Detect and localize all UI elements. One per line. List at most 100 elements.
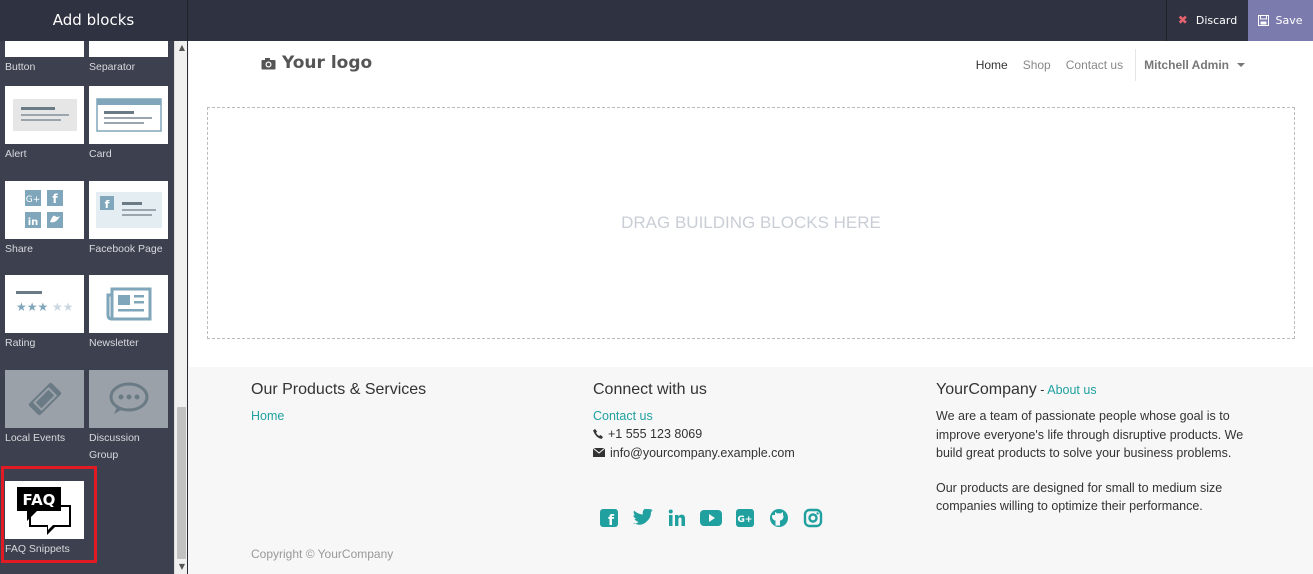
scroll-up-icon[interactable]: ▲ xyxy=(177,43,187,53)
linkedin-icon[interactable] xyxy=(666,507,688,529)
social-links: f G+ xyxy=(598,507,824,529)
logo-text: Your logo xyxy=(282,53,373,73)
nav-contact-us[interactable]: Contact us xyxy=(1066,58,1123,72)
block-thumb[interactable] xyxy=(5,86,84,144)
youtube-icon[interactable] xyxy=(700,507,722,529)
dropzone-area: DRAG BUILDING BLOCKS HERE xyxy=(189,89,1313,367)
facebook-icon[interactable]: f xyxy=(598,507,620,529)
block-label: Local Events xyxy=(5,432,66,444)
company-name: YourCompany xyxy=(936,381,1037,398)
block-thumb[interactable] xyxy=(89,41,168,57)
footer-email: info@yourcompany.example.com xyxy=(593,444,795,463)
block-label: Rating xyxy=(5,337,36,349)
block-newsletter[interactable]: Newsletter xyxy=(89,275,168,352)
facebook-page-block-icon: f xyxy=(95,192,162,228)
scroll-down-icon[interactable]: ▼ xyxy=(177,562,187,572)
card-block-icon xyxy=(95,98,162,132)
company-description: We are a team of passionate people whose… xyxy=(936,409,1244,460)
email-text: info@yourcompany.example.com xyxy=(610,445,795,460)
svg-text:f: f xyxy=(608,513,615,528)
block-card[interactable]: Card xyxy=(89,86,168,163)
company-description-2: Our products are designed for small to m… xyxy=(936,480,1223,514)
ticket-icon xyxy=(28,382,61,416)
footer-link-home[interactable]: Home xyxy=(251,407,426,425)
svg-text:f: f xyxy=(52,192,58,206)
title-separator: - xyxy=(1036,383,1048,397)
site-footer: Our Products & Services Home Connect wit… xyxy=(189,367,1313,574)
svg-text:★★★: ★★★ xyxy=(16,300,48,314)
rating-block-icon: ★★★ ★★ xyxy=(15,291,74,314)
block-separator[interactable]: Separator xyxy=(89,41,168,76)
blocks-sidebar: Button Separator Alert Card G+ f in Shar… xyxy=(0,41,188,574)
close-icon: ✖ xyxy=(1177,13,1188,27)
drag-drop-zone[interactable]: DRAG BUILDING BLOCKS HERE xyxy=(207,107,1295,339)
footer-col-products: Our Products & Services Home xyxy=(251,381,426,425)
footer-link-contact[interactable]: Contact us xyxy=(593,407,795,425)
scrollbar-thumb[interactable] xyxy=(177,407,186,559)
svg-text:G+: G+ xyxy=(738,515,753,525)
block-label: Separator xyxy=(89,61,136,73)
google-plus-icon[interactable]: G+ xyxy=(734,507,756,529)
footer-col-connect: Connect with us Contact us +1 555 123 80… xyxy=(593,381,795,462)
block-rating[interactable]: ★★★ ★★ Rating xyxy=(5,275,84,352)
footer-col-company: YourCompany - About us We are a team of … xyxy=(936,381,1256,516)
footer-heading: YourCompany - About us xyxy=(936,381,1256,399)
comment-icon xyxy=(109,382,148,414)
block-local-events[interactable]: Local Events xyxy=(5,370,84,447)
block-thumb[interactable]: G+ f in xyxy=(5,181,84,239)
camera-icon xyxy=(261,57,276,69)
block-discussion-group[interactable]: Discussion Group xyxy=(89,370,168,464)
block-share[interactable]: G+ f in Share xyxy=(5,181,84,258)
discard-button[interactable]: ✖ Discard xyxy=(1166,0,1248,41)
site-nav: Home Shop Contact us Mitchell Admin xyxy=(961,49,1245,81)
website-preview: Your logo Home Shop Contact us Mitchell … xyxy=(189,41,1313,574)
block-facebook-page[interactable]: f Facebook Page xyxy=(89,181,168,258)
block-thumb[interactable] xyxy=(89,370,168,428)
site-header: Your logo Home Shop Contact us Mitchell … xyxy=(189,41,1313,89)
instagram-icon[interactable] xyxy=(802,507,824,529)
panel-title: Add blocks xyxy=(0,0,188,41)
block-button[interactable]: Button xyxy=(5,41,84,76)
svg-text:f: f xyxy=(104,198,109,211)
site-logo[interactable]: Your logo xyxy=(261,53,372,73)
faq-highlight-box xyxy=(1,466,97,563)
sidebar-scrollbar[interactable]: ▲ ▼ xyxy=(174,41,187,574)
newspaper-icon xyxy=(106,287,151,321)
block-label: Newsletter xyxy=(89,337,139,349)
github-icon[interactable] xyxy=(768,507,790,529)
block-label: Alert xyxy=(5,148,27,160)
user-menu[interactable]: Mitchell Admin xyxy=(1144,58,1245,72)
block-thumb[interactable]: ★★★ ★★ xyxy=(5,275,84,333)
block-label: Card xyxy=(89,148,112,160)
editor-topbar: Add blocks ✖ Discard Save xyxy=(0,0,1313,41)
svg-text:in: in xyxy=(27,217,38,228)
block-label: Facebook Page xyxy=(89,243,163,255)
save-label: Save xyxy=(1275,14,1303,27)
about-us-link[interactable]: About us xyxy=(1047,383,1096,397)
block-label: Share xyxy=(5,243,34,255)
block-label: Button xyxy=(5,61,36,73)
block-thumb[interactable] xyxy=(5,370,84,428)
block-alert[interactable]: Alert xyxy=(5,86,84,163)
block-thumb[interactable] xyxy=(5,41,84,57)
footer-phone: +1 555 123 8069 xyxy=(593,425,795,444)
alert-block-icon xyxy=(12,99,77,131)
copyright-text: Copyright © YourCompany xyxy=(251,547,394,561)
save-button[interactable]: Save xyxy=(1248,0,1313,41)
footer-heading: Our Products & Services xyxy=(251,381,427,398)
caret-down-icon xyxy=(1237,63,1245,67)
twitter-icon[interactable] xyxy=(632,507,654,529)
share-block-icon: G+ f in xyxy=(24,190,63,228)
user-name: Mitchell Admin xyxy=(1144,58,1229,72)
nav-home[interactable]: Home xyxy=(976,58,1008,72)
footer-heading: Connect with us xyxy=(593,381,707,398)
nav-shop[interactable]: Shop xyxy=(1023,58,1051,72)
envelope-icon xyxy=(593,448,605,458)
block-thumb[interactable]: f xyxy=(89,181,168,239)
block-thumb[interactable] xyxy=(89,275,168,333)
phone-text: +1 555 123 8069 xyxy=(608,427,703,441)
block-thumb[interactable] xyxy=(89,86,168,144)
phone-icon xyxy=(593,429,603,440)
floppy-icon xyxy=(1258,15,1270,26)
svg-text:★★: ★★ xyxy=(52,300,74,314)
